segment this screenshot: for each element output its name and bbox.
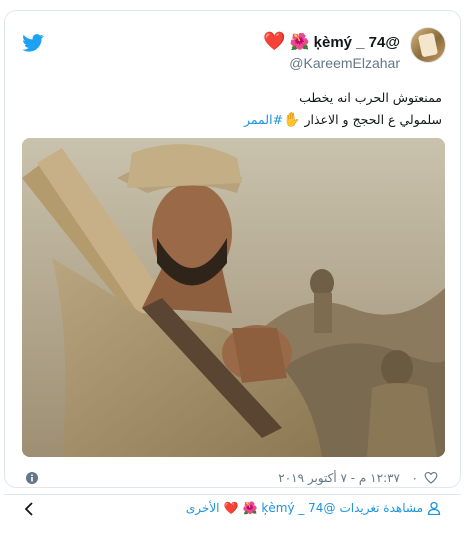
- raised-hand-emoji: ✋: [283, 112, 301, 128]
- avatar[interactable]: [410, 27, 446, 63]
- author-handle[interactable]: @KareemElzahar: [289, 55, 400, 71]
- view-more-tweets-suffix[interactable]: الأخرى: [186, 501, 220, 515]
- like-count: ٠: [411, 471, 418, 485]
- heart-emoji: ❤️: [223, 501, 239, 515]
- tweet-photo[interactable]: [22, 138, 445, 457]
- tweet-card[interactable]: ❤️ 🌺 ķèmý _ 74@ @KareemElzahar ممنعتوش ا…: [4, 10, 461, 488]
- person-icon: [427, 501, 441, 515]
- flower-emoji: 🌺: [289, 32, 310, 51]
- flower-emoji: 🌺: [242, 501, 258, 515]
- info-icon[interactable]: [26, 472, 38, 484]
- author-name-line[interactable]: ❤️ 🌺 ķèmý _ 74@: [263, 32, 400, 52]
- heart-outline-icon[interactable]: [424, 471, 438, 484]
- view-more-tweets-bar[interactable]: مشاهدة تغريدات ķèmý _ 74@ 🌺 ❤️ الأخرى: [4, 494, 461, 524]
- tweet-text-line-1: ممنعتوش الحرب انه يخطب: [299, 90, 442, 105]
- tweet-meta: ١٢:٣٧ م - ٧ أكتوبر ٢٠١٩ ٠: [5, 463, 460, 493]
- chevron-left-icon[interactable]: [24, 502, 34, 516]
- twitter-bird-icon[interactable]: [22, 34, 44, 52]
- hashtag-link[interactable]: #الممر: [244, 112, 283, 127]
- author-display-name[interactable]: ķèmý _ 74@: [314, 34, 400, 51]
- tweet-text-line-2-body: سلمولي ع الحجج و الاعذار: [300, 112, 442, 127]
- heart-emoji: ❤️: [263, 31, 286, 52]
- view-more-tweets-text[interactable]: مشاهدة تغريدات: [339, 501, 423, 515]
- soldier-photo-illustration: [22, 138, 445, 457]
- view-more-tweets-name[interactable]: ķèmý _ 74@: [261, 501, 335, 515]
- tweet-text-line-2: سلمولي ع الحجج و الاعذار ✋#الممر: [22, 109, 442, 131]
- view-more-tweets-link[interactable]: مشاهدة تغريدات ķèmý _ 74@ 🌺 ❤️ الأخرى: [186, 501, 441, 515]
- tweet-timestamp[interactable]: ١٢:٣٧ م - ٧ أكتوبر ٢٠١٩: [278, 471, 400, 485]
- tweet-text: ممنعتوش الحرب انه يخطب سلمولي ع الحجج و …: [22, 87, 442, 131]
- tweet-header: ❤️ 🌺 ķèmý _ 74@ @KareemElzahar: [5, 11, 460, 75]
